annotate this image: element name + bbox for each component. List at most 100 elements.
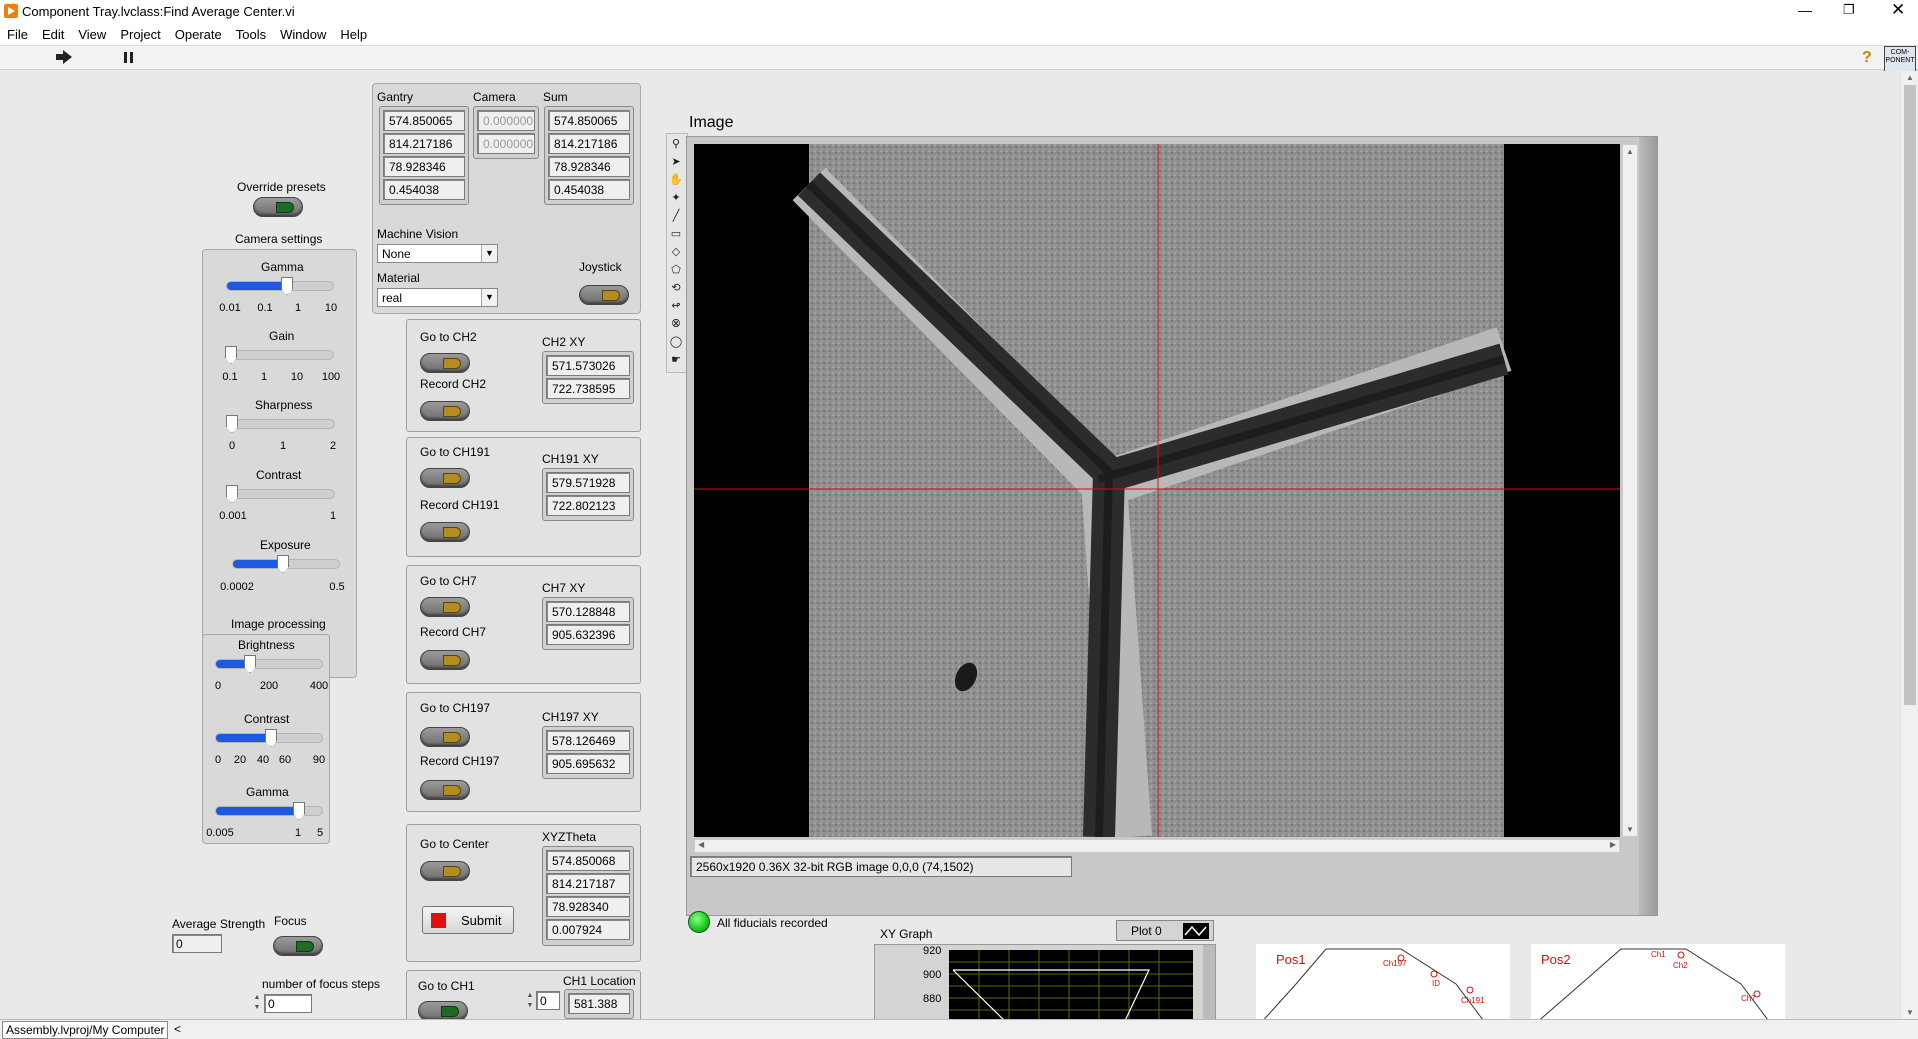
close-icon[interactable]: ✕ — [1891, 0, 1905, 20]
broken-line-icon[interactable]: ↫ — [667, 298, 685, 315]
focus-steps-input[interactable]: 0 — [264, 994, 312, 1013]
xy-graph-canvas[interactable] — [949, 950, 1193, 1019]
pointer-icon[interactable]: ➤ — [667, 154, 685, 171]
ch1-index-input[interactable]: 0 — [536, 991, 560, 1010]
menu-file[interactable]: File — [0, 24, 35, 45]
goto-ch1-button[interactable] — [418, 1001, 468, 1019]
override-presets-button[interactable] — [253, 197, 303, 217]
menu-tools[interactable]: Tools — [229, 24, 273, 45]
image-tool-palette: ⚲ ➤ ✋ ✦ ╱ ▭ ◇ ⬠ ⟲ ↫ ⮿ ◯ ☛ — [666, 133, 688, 373]
pos1-outline — [1263, 948, 1483, 1019]
record-ch197-button[interactable] — [420, 780, 470, 800]
rectangle-icon[interactable]: ▭ — [667, 226, 685, 243]
ip-contrast-slider[interactable] — [215, 729, 323, 747]
record-ch191-button[interactable] — [420, 522, 470, 542]
submit-button[interactable]: Submit — [422, 906, 514, 934]
ch1-location-values: 581.388 — [564, 989, 634, 1019]
camera-value: 0.000000 — [477, 110, 535, 131]
gain-slider[interactable] — [225, 346, 334, 364]
menu-help[interactable]: Help — [333, 24, 374, 45]
rotated-rect-icon[interactable]: ◇ — [667, 244, 685, 261]
exposure-slider[interactable] — [232, 555, 340, 573]
goto-ch197-button[interactable] — [420, 727, 470, 747]
run-arrow-icon[interactable] — [56, 50, 72, 64]
image-processing-label: Image processing — [231, 617, 326, 631]
sharpness-slider[interactable] — [226, 415, 335, 433]
focus-steps-spinner[interactable]: ▲ ▼ — [252, 993, 262, 1013]
line-icon[interactable]: ╱ — [667, 208, 685, 225]
gamma-slider-thumb[interactable] — [281, 277, 293, 295]
window-vertical-scrollbar[interactable]: ▲ ▼ — [1900, 71, 1918, 1019]
goto-ch197-label: Go to CH197 — [420, 701, 491, 715]
focus-button[interactable] — [273, 936, 323, 956]
menu-window[interactable]: Window — [273, 24, 333, 45]
sum-value: 814.217186 — [548, 133, 630, 154]
ip-gamma-slider-thumb[interactable] — [293, 802, 305, 820]
goto-ch7-button[interactable] — [420, 597, 470, 617]
image-canvas[interactable] — [694, 144, 1620, 837]
exposure-slider-thumb[interactable] — [277, 555, 289, 573]
fiducials-led — [688, 911, 710, 933]
gain-slider-thumb[interactable] — [225, 346, 237, 364]
ch1-index-spinner[interactable]: ▲ ▼ — [525, 991, 535, 1011]
free-region-icon[interactable]: ☛ — [667, 352, 685, 369]
goto-ch191-button[interactable] — [420, 468, 470, 488]
material-select[interactable]: real ▼ — [377, 288, 498, 307]
exposure-label: Exposure — [260, 538, 311, 552]
freehand-icon[interactable]: ⟲ — [667, 280, 685, 297]
xy-graph-plot-legend[interactable]: Plot 0 — [1116, 920, 1214, 941]
oval-icon[interactable]: ◯ — [667, 334, 685, 351]
camera-values: 0.000000 0.000000 — [473, 106, 539, 159]
contrast-slider[interactable] — [226, 485, 335, 503]
menu-operate[interactable]: Operate — [168, 24, 229, 45]
menu-project[interactable]: Project — [113, 24, 167, 45]
joystick-button[interactable] — [579, 285, 629, 305]
gain-label: Gain — [269, 329, 295, 343]
goto-ch7-label: Go to CH7 — [420, 574, 477, 588]
image-horizontal-scrollbar[interactable]: ◀ ▶ — [694, 839, 1620, 853]
xy-graph-scrollbar[interactable] — [1203, 945, 1215, 1019]
contrast-slider-thumb[interactable] — [226, 485, 238, 503]
pause-icon[interactable] — [124, 52, 134, 63]
restore-icon[interactable]: ❐ — [1843, 2, 1855, 18]
menu-view[interactable]: View — [71, 24, 113, 45]
ch1-section: Go to CH1 CH1 Location ▲ ▼ 0 581.388 — [406, 970, 641, 1019]
sum-value: 574.850065 — [548, 110, 630, 131]
polygon-icon[interactable]: ⬠ — [667, 262, 685, 279]
pos1-marker: Ch191 — [1461, 996, 1485, 1005]
gamma-ticks: 0.01 0.1 1 10 — [219, 302, 338, 314]
pan-icon[interactable]: ✋ — [667, 172, 685, 189]
menu-edit[interactable]: Edit — [35, 24, 71, 45]
status-scroll-left-icon[interactable]: < — [174, 1022, 181, 1036]
minimize-icon[interactable]: — — [1798, 2, 1812, 18]
goto-ch1-label: Go to CH1 — [418, 979, 475, 993]
chevron-down-icon[interactable]: ▼ — [481, 289, 497, 306]
center-value: 0.007924 — [546, 919, 630, 940]
record-ch191-label: Record CH191 — [420, 498, 500, 512]
record-ch7-button[interactable] — [420, 650, 470, 670]
annulus-icon[interactable]: ⮿ — [667, 316, 685, 333]
submit-label: Submit — [461, 913, 502, 928]
sharpness-slider-thumb[interactable] — [226, 415, 238, 433]
gamma-slider[interactable] — [226, 277, 334, 295]
image-vertical-scrollbar[interactable]: ▲ ▼ — [1622, 144, 1638, 837]
chevron-down-icon[interactable]: ▼ — [481, 245, 497, 262]
help-icon[interactable]: ? — [1862, 49, 1872, 67]
ch2-section: Go to CH2 Record CH2 CH2 XY 571.573026 7… — [406, 319, 641, 432]
zoom-icon[interactable]: ⚲ — [667, 136, 685, 153]
point-icon[interactable]: ✦ — [667, 190, 685, 207]
ip-gamma-slider[interactable] — [215, 802, 323, 820]
brightness-slider[interactable] — [215, 655, 323, 673]
pos2-diagram: Pos2 Ch1 Ch2 Ch7 — [1531, 944, 1785, 1019]
goto-ch2-button[interactable] — [420, 353, 470, 373]
ip-contrast-slider-thumb[interactable] — [265, 729, 277, 747]
center-value: 574.850068 — [546, 850, 630, 871]
brightness-slider-thumb[interactable] — [244, 655, 256, 673]
gantry-panel: Gantry Camera Sum 574.850065 814.217186 … — [372, 83, 641, 314]
machine-vision-select[interactable]: None ▼ — [377, 244, 498, 263]
record-ch2-button[interactable] — [420, 401, 470, 421]
sharpness-label: Sharpness — [255, 398, 313, 412]
pos2-marker: Ch1 — [1651, 950, 1666, 959]
ch7-section: Go to CH7 Record CH7 CH7 XY 570.128848 9… — [406, 565, 641, 684]
goto-center-button[interactable] — [420, 861, 470, 881]
